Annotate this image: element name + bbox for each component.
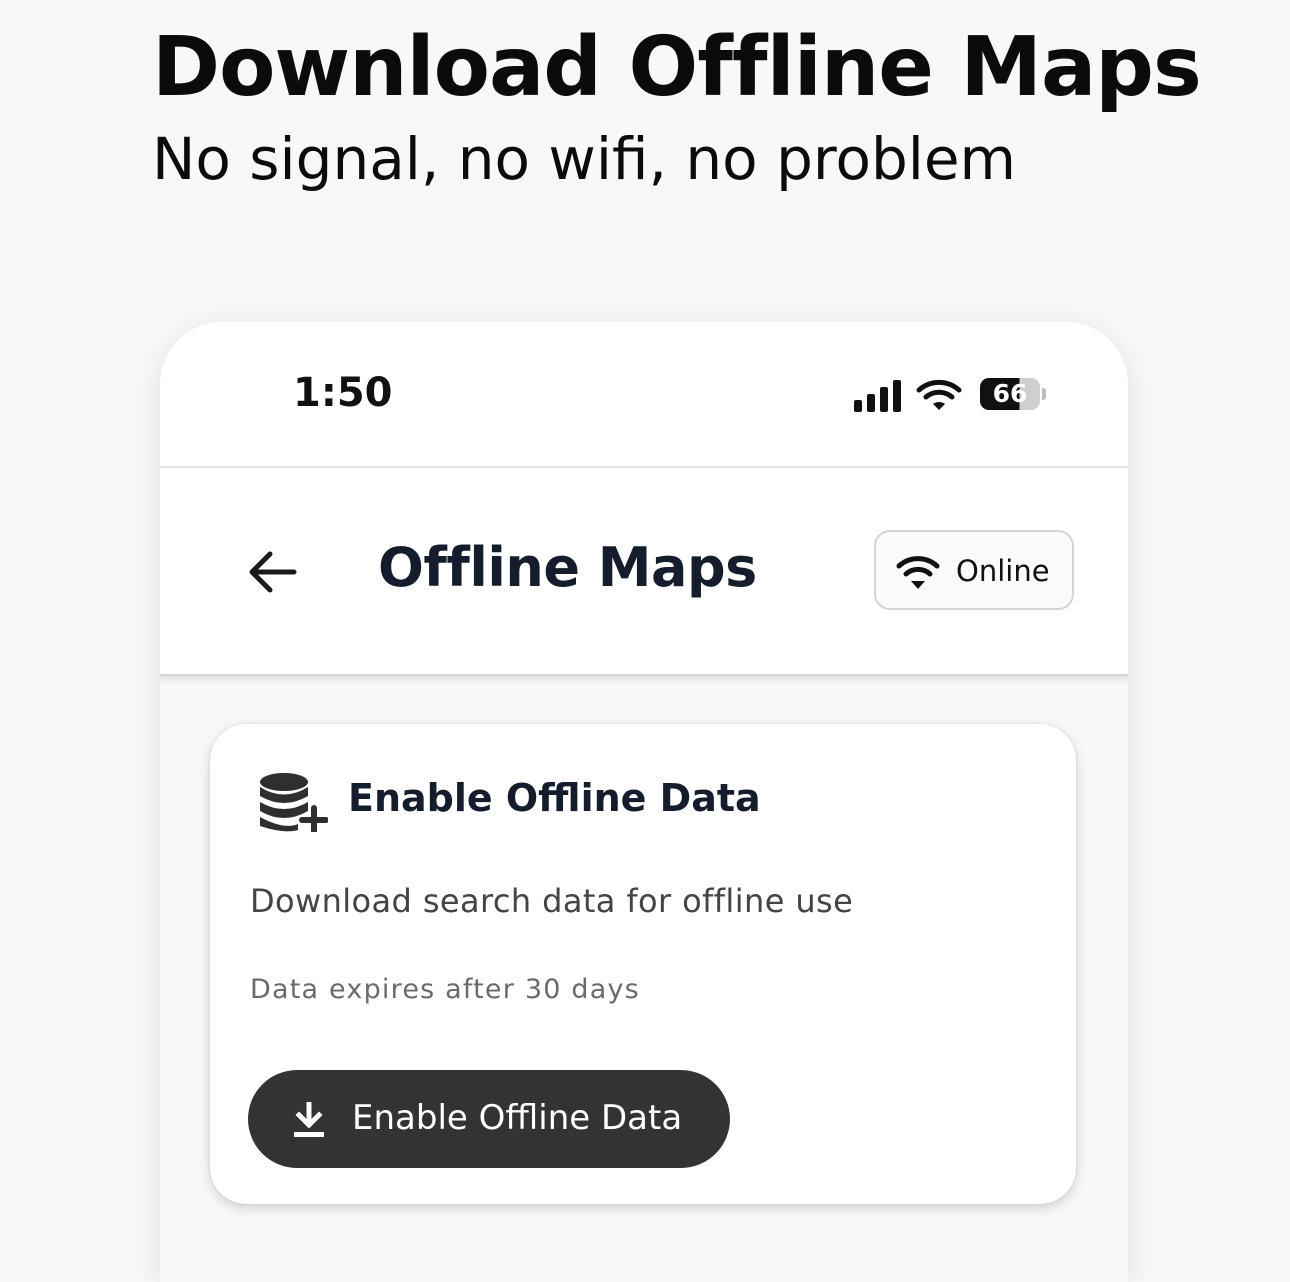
- wifi-icon: [916, 379, 962, 410]
- expiry-note: Data expires after 30 days: [250, 974, 640, 1005]
- download-icon: [294, 1102, 324, 1137]
- card-title: Enable Offline Data: [348, 776, 761, 820]
- back-button[interactable]: [242, 542, 302, 602]
- page-title: Offline Maps: [378, 536, 757, 599]
- connection-status-label: Online: [956, 554, 1050, 588]
- phone-frame: 1:50 66 Offline Maps Online Enable Offli…: [160, 322, 1128, 1282]
- card-description: Download search data for offline use: [250, 882, 854, 920]
- connection-status-badge[interactable]: Online: [874, 530, 1074, 610]
- enable-offline-data-button[interactable]: Enable Offline Data: [248, 1070, 730, 1168]
- offline-data-card: Enable Offline Data Download search data…: [210, 724, 1076, 1204]
- status-time: 1:50: [293, 370, 393, 416]
- promo-subheadline: No signal, no wifi, no problem: [152, 125, 1017, 193]
- battery-icon: 66: [980, 378, 1040, 410]
- enable-offline-data-label: Enable Offline Data: [352, 1098, 683, 1138]
- cellular-signal-icon: [854, 380, 901, 412]
- status-bar: 1:50 66: [160, 322, 1128, 468]
- wifi-icon: [896, 556, 940, 589]
- database-add-icon: [260, 773, 328, 832]
- app-header: Offline Maps Online: [160, 468, 1128, 676]
- promo-headline: Download Offline Maps: [152, 20, 1202, 115]
- arrow-left-icon: [249, 551, 297, 593]
- battery-cap: [1042, 388, 1046, 400]
